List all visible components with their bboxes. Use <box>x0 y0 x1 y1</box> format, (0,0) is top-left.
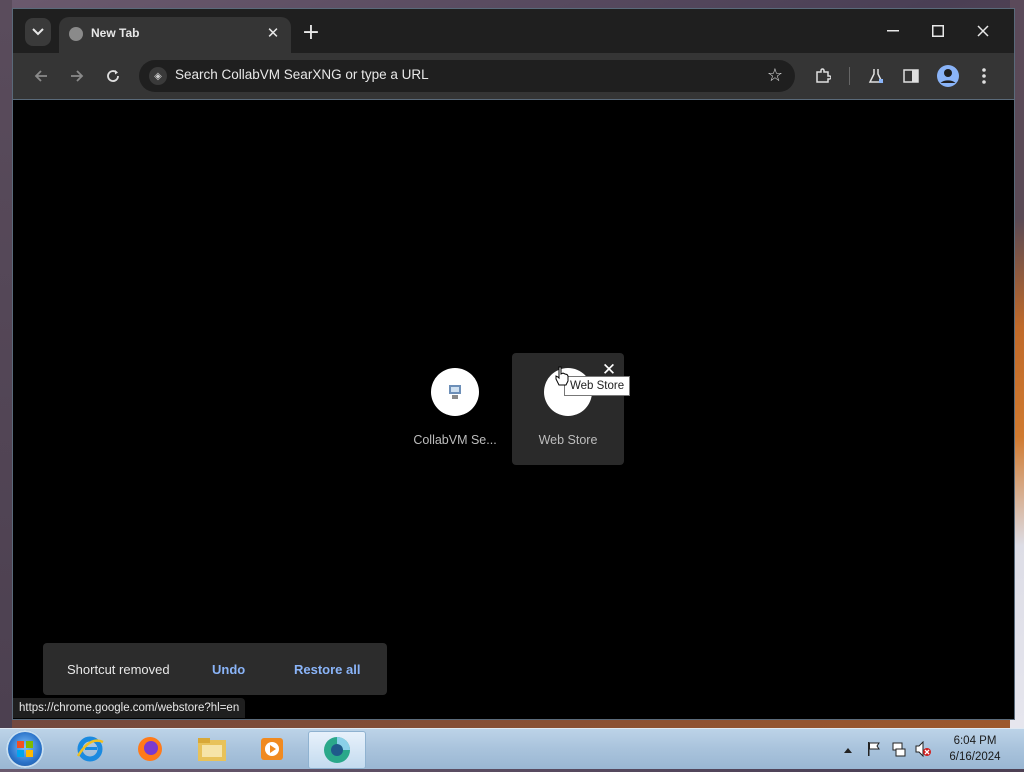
tab-search-button[interactable] <box>25 18 51 46</box>
action-center-flag-icon[interactable] <box>866 741 882 757</box>
globe-icon <box>69 27 83 41</box>
folder-icon <box>198 738 226 761</box>
extensions-button[interactable] <box>811 64 835 88</box>
firefox-icon <box>138 737 162 761</box>
taskbar: 6:04 PM 6/16/2024 <box>0 728 1024 769</box>
minimize-icon <box>887 30 899 32</box>
close-tab-icon[interactable]: ✕ <box>263 23 283 43</box>
new-tab-page: CollabVM Se... Web Store ✕ Web Store Sho… <box>13 100 1014 719</box>
back-button[interactable] <box>29 64 53 88</box>
tab-new-tab[interactable]: New Tab ✕ <box>59 17 291 53</box>
media-player-icon <box>261 738 283 760</box>
minimize-button[interactable] <box>879 19 907 43</box>
arrow-right-icon <box>71 70 84 82</box>
tab-title: New Tab <box>91 26 140 40</box>
maximize-icon <box>932 25 944 37</box>
forward-button[interactable] <box>65 64 89 88</box>
show-hidden-icons-icon[interactable] <box>843 743 859 759</box>
shortcut-label: CollabVM Se... <box>413 433 497 447</box>
network-icon[interactable] <box>891 741 907 757</box>
profile-button[interactable] <box>936 64 960 88</box>
undo-button[interactable]: Undo <box>212 662 245 677</box>
side-panel-icon <box>903 69 919 83</box>
internet-explorer-icon <box>76 736 104 762</box>
start-button[interactable] <box>6 730 44 768</box>
taskbar-file-explorer[interactable] <box>184 731 240 767</box>
status-bubble: https://chrome.google.com/webstore?hl=en <box>13 698 246 718</box>
close-icon <box>977 25 989 37</box>
chevron-down-icon <box>32 28 44 36</box>
taskbar-chromium-browser[interactable] <box>308 731 366 769</box>
restore-all-button[interactable]: Restore all <box>294 662 360 677</box>
snackbar: Shortcut removed Undo Restore all <box>43 643 387 695</box>
close-window-button[interactable] <box>969 19 997 43</box>
shortcut-label: Web Store <box>538 433 598 447</box>
toolbar: ◈ Search CollabVM SearXNG or type a URL … <box>13 53 1014 100</box>
taskbar-internet-explorer[interactable] <box>62 731 118 767</box>
reload-button[interactable] <box>101 64 125 88</box>
site-info-icon[interactable]: ◈ <box>149 67 167 85</box>
browser-app-icon <box>324 737 350 763</box>
tooltip: Web Store <box>564 376 631 396</box>
maximize-button[interactable] <box>924 19 952 43</box>
more-vert-icon <box>982 68 986 84</box>
system-clock[interactable]: 6:04 PM 6/16/2024 <box>940 733 1010 765</box>
address-bar[interactable]: ◈ Search CollabVM SearXNG or type a URL … <box>139 60 795 92</box>
clock-date: 6/16/2024 <box>949 751 1001 763</box>
taskbar-firefox[interactable] <box>122 731 178 767</box>
windows-logo-icon <box>17 741 33 757</box>
computer-icon <box>449 385 461 399</box>
shortcut-collabvm[interactable]: CollabVM Se... <box>399 353 511 465</box>
avatar-icon <box>937 65 959 87</box>
menu-button[interactable] <box>972 64 996 88</box>
clock-time: 6:04 PM <box>953 735 997 747</box>
browser-window: New Tab ✕ + ◈ Search CollabVM SearXNG or… <box>12 8 1015 720</box>
taskbar-media-player[interactable] <box>244 731 300 767</box>
address-bar-placeholder: Search CollabVM SearXNG or type a URL <box>175 67 429 82</box>
flask-icon <box>868 69 884 83</box>
arrow-left-icon <box>34 70 47 82</box>
desktop-wallpaper-left <box>0 0 12 728</box>
puzzle-icon <box>816 68 831 83</box>
volume-muted-icon[interactable] <box>915 740 931 758</box>
shortcut-icon-circle <box>431 368 479 416</box>
bookmark-star-icon[interactable]: ☆ <box>767 65 783 86</box>
toolbar-separator <box>849 67 850 85</box>
new-tab-button[interactable]: + <box>299 20 323 45</box>
title-bar: New Tab ✕ + <box>13 9 1014 53</box>
labs-button[interactable] <box>864 64 888 88</box>
reload-icon <box>107 70 119 82</box>
snackbar-message: Shortcut removed <box>67 662 170 677</box>
side-panel-button[interactable] <box>899 64 923 88</box>
hand-cursor-icon <box>555 366 569 386</box>
